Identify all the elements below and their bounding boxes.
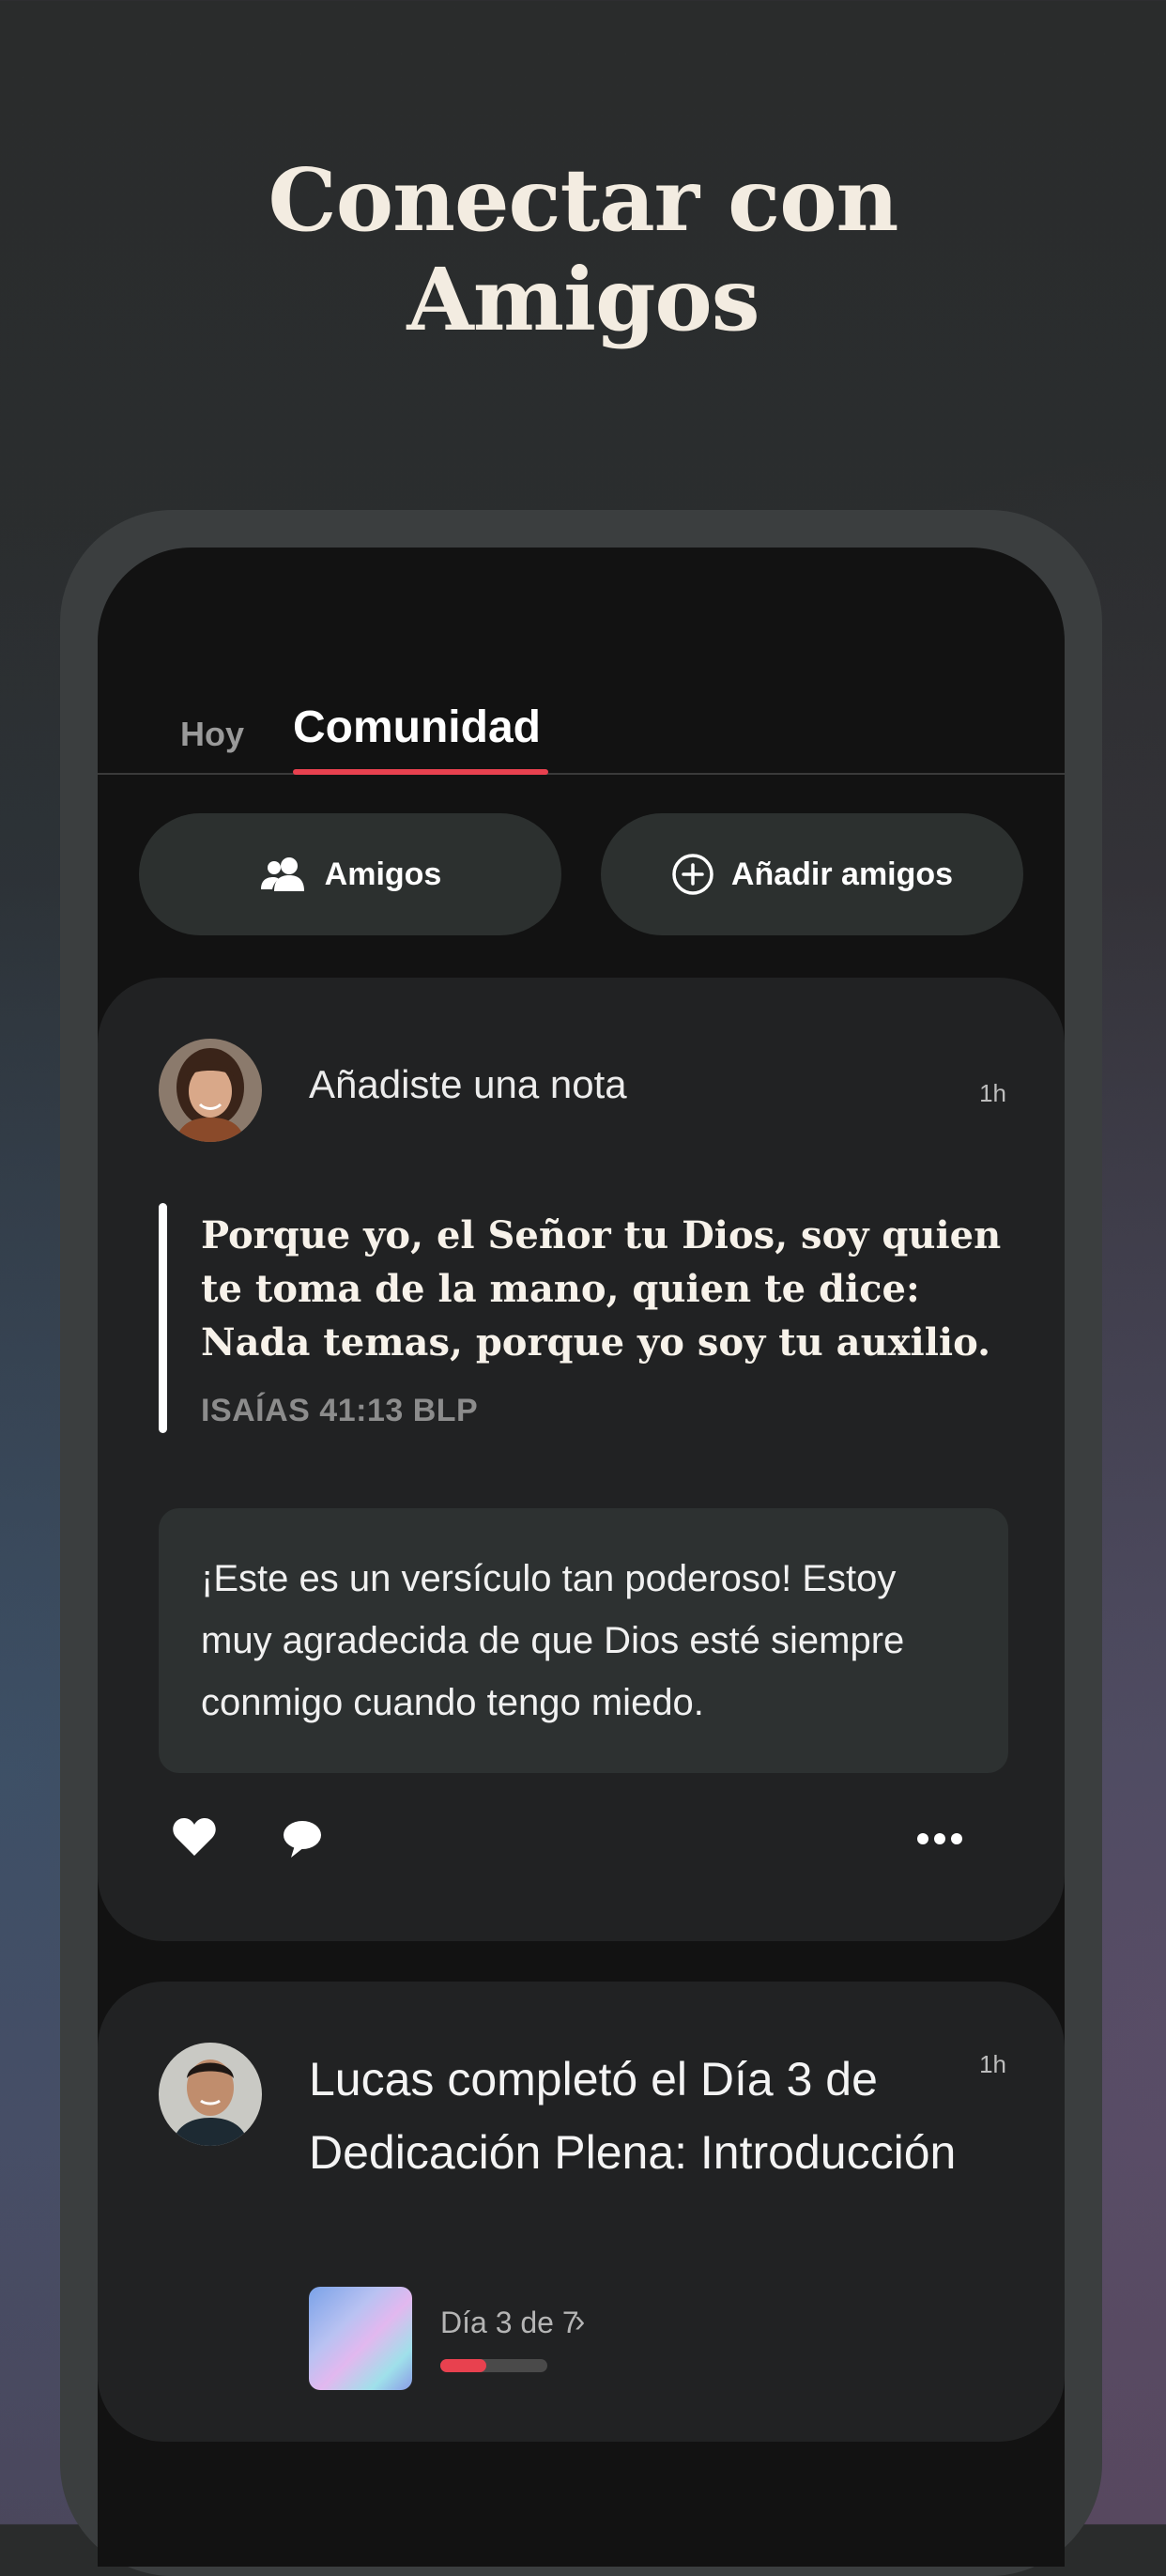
verse-quote[interactable]: Porque yo, el Señor tu Dios, soy quien t… bbox=[201, 1209, 1008, 1369]
user-avatar-icon bbox=[159, 2043, 262, 2146]
plan-progress-label: Día 3 de 7 bbox=[440, 2306, 579, 2339]
page-headline: Conectar con Amigos bbox=[0, 150, 1166, 349]
phone-screen: Hoy Comunidad Amigos Añadir amigos Añadi… bbox=[98, 548, 1065, 2567]
friends-icon bbox=[260, 857, 304, 891]
heart-icon bbox=[173, 1818, 216, 1856]
headline-line-2: Amigos bbox=[407, 249, 759, 350]
more-options-button[interactable] bbox=[916, 1832, 963, 1850]
active-tab-indicator bbox=[293, 769, 548, 775]
add-circle-icon bbox=[672, 854, 713, 895]
headline-line-1: Conectar con bbox=[268, 149, 899, 251]
verse-reference[interactable]: ISAÍAS 41:13 BLP bbox=[201, 1393, 478, 1429]
tab-comunidad[interactable]: Comunidad bbox=[293, 702, 541, 753]
plan-progress-fill bbox=[440, 2359, 487, 2372]
plan-thumbnail[interactable] bbox=[309, 2287, 412, 2390]
chevron-right-icon: › bbox=[575, 2304, 586, 2339]
more-icon bbox=[917, 1833, 962, 1844]
avatar[interactable] bbox=[159, 2043, 262, 2146]
like-button[interactable] bbox=[171, 1816, 218, 1862]
plan-progress-bar bbox=[440, 2359, 547, 2372]
note-comment: ¡Este es un versículo tan poderoso! Esto… bbox=[159, 1508, 1008, 1773]
add-friends-button[interactable]: Añadir amigos bbox=[601, 813, 1023, 935]
friends-button-label: Amigos bbox=[324, 856, 442, 892]
user-avatar-icon bbox=[159, 1039, 262, 1142]
feed-card-note: Añadiste una nota 1h Porque yo, el Señor… bbox=[98, 978, 1065, 1941]
feed-card-plan[interactable]: Lucas completó el Día 3 de Dedicación Pl… bbox=[98, 1982, 1065, 2442]
activity-text: Añadiste una nota bbox=[309, 1062, 627, 1106]
tab-hoy[interactable]: Hoy bbox=[180, 715, 244, 754]
avatar[interactable] bbox=[159, 1039, 262, 1142]
add-friends-button-label: Añadir amigos bbox=[730, 856, 954, 892]
comment-button[interactable] bbox=[282, 1818, 323, 1864]
quote-bar bbox=[159, 1203, 167, 1433]
tab-bar: Hoy Comunidad bbox=[98, 688, 1065, 775]
note-comment-text: ¡Este es un versículo tan poderoso! Esto… bbox=[201, 1558, 905, 1723]
timestamp: 1h bbox=[979, 1079, 1006, 1107]
activity-text: Lucas completó el Día 3 de Dedicación Pl… bbox=[309, 2053, 957, 2179]
comment-icon bbox=[284, 1821, 321, 1858]
timestamp: 1h bbox=[979, 2050, 1006, 2078]
friends-button[interactable]: Amigos bbox=[139, 813, 561, 935]
